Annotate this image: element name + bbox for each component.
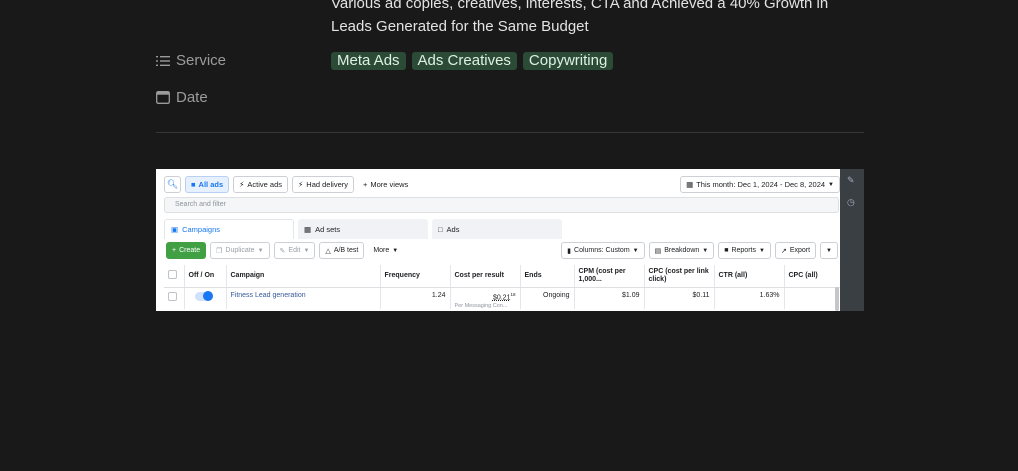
table-scrollbar[interactable] [835, 287, 839, 311]
search-icon[interactable]: 🔍︎ [164, 176, 181, 193]
export-button[interactable]: ↗ Export [774, 242, 817, 259]
column-header[interactable]: CPC (all) [784, 265, 841, 288]
more-views-button[interactable]: + More views [357, 176, 414, 193]
tag-ads-creatives[interactable]: Ads Creatives [411, 52, 517, 70]
caret-down-icon: ▼ [257, 247, 264, 254]
project-description: Various ad copies, creatives, interests,… [331, 0, 829, 35]
date-label: Date [176, 89, 208, 106]
date-property: Date [156, 89, 208, 106]
report-icon: ■ [724, 247, 729, 254]
search-filter-input[interactable]: Search and filter [164, 197, 839, 213]
column-header[interactable]: Off / On [184, 265, 227, 288]
all-ads-chip[interactable]: ■ All ads [185, 176, 230, 193]
column-header[interactable]: Ends [520, 265, 575, 288]
calendar-icon: ▦ [686, 180, 694, 189]
tag-meta-ads[interactable]: Meta Ads [331, 52, 406, 70]
bolt-icon: ⚡︎ [298, 180, 304, 189]
column-header[interactable]: Frequency [380, 265, 451, 288]
level-tabs: ▣ Campaigns ▦ Ad sets □ Ads [164, 219, 562, 239]
select-all-checkbox[interactable] [168, 269, 177, 279]
campaigns-table: Off / On Campaign Frequency Cost per res… [164, 265, 841, 309]
column-header[interactable]: CPM (cost per 1,000... [574, 265, 645, 288]
flask-icon: △ [325, 247, 331, 255]
folder-icon: ■ [191, 180, 196, 189]
campaign-cell: Fitness Lead generation [226, 287, 381, 309]
pencil-icon[interactable]: ✎ [847, 175, 855, 186]
tag-copywriting[interactable]: Copywriting [522, 52, 614, 70]
ad-icon: □ [438, 224, 443, 234]
ads-manager-screenshot: 🔍︎ ■ All ads ⚡︎ Active ads ⚡︎ Had delivery … [156, 169, 864, 311]
duplicate-icon: ❐ [216, 247, 223, 255]
bolt-icon: ⚡︎ [239, 180, 245, 189]
column-header[interactable]: Cost per result [450, 265, 521, 288]
toolbar: + Create ❐ Duplicate ▼ ✎ Edit ▼ △ A/B test Mor… [166, 242, 840, 259]
caret-down-icon: ▼ [632, 247, 639, 254]
divider [156, 132, 864, 133]
list-icon [156, 55, 170, 67]
side-rail: ✎ ◷ [840, 169, 864, 311]
campaign-link[interactable]: Fitness Lead generation [231, 292, 306, 299]
ends-cell: Ongoing [520, 287, 575, 309]
table-header-row: Off / On Campaign Frequency Cost per res… [164, 265, 841, 288]
service-tags: Meta Ads Ads Creatives Copywriting [331, 52, 614, 70]
select-all-cell [164, 265, 185, 288]
ctr-cell: 1.63% [714, 287, 785, 309]
cost-value: $0.21 [492, 293, 511, 301]
cpm-cell: $1.09 [574, 287, 645, 309]
row-select-cell [164, 287, 185, 309]
column-header[interactable]: CPC (cost per link click) [644, 265, 715, 288]
caret-down-icon: ▼ [758, 247, 765, 254]
plus-icon: + [362, 180, 368, 189]
reports-button[interactable]: ■ Reports ▼ [718, 242, 771, 259]
edit-button[interactable]: ✎ Edit ▼ [273, 242, 316, 259]
cost-per-result-cell: $0.2118 Per Messaging Con... [450, 287, 521, 309]
view-chips: 🔍︎ ■ All ads ⚡︎ Active ads ⚡︎ Had delivery … [164, 176, 840, 193]
caret-down-icon: ▼ [392, 247, 399, 254]
export-icon: ↗ [780, 247, 787, 255]
frequency-cell: 1.24 [380, 287, 451, 309]
caret-down-icon: ▼ [828, 181, 834, 188]
campaign-icon: ▣ [171, 225, 179, 234]
cpc-all-cell [784, 287, 841, 309]
had-delivery-chip[interactable]: ⚡︎ Had delivery [292, 176, 354, 193]
active-ads-chip[interactable]: ⚡︎ Active ads [233, 176, 289, 193]
clock-icon[interactable]: ◷ [847, 197, 855, 208]
export-menu-button[interactable]: ▼ [820, 242, 838, 259]
pencil-icon: ✎ [279, 247, 286, 255]
column-header[interactable]: CTR (all) [714, 265, 785, 288]
toggle-cell [184, 287, 227, 309]
tab-campaigns[interactable]: ▣ Campaigns [164, 219, 294, 239]
column-header[interactable]: Campaign [226, 265, 381, 288]
date-range-picker[interactable]: ▦ This month: Dec 1, 2024 - Dec 8, 2024 ▼ [680, 176, 840, 193]
table-row: Fitness Lead generation 1.24 $0.2118 Per … [164, 287, 841, 309]
more-button[interactable]: More ▼ [368, 242, 404, 259]
breakdown-button[interactable]: ▤ Breakdown ▼ [648, 242, 715, 259]
caret-down-icon: ▼ [826, 247, 832, 254]
tab-ads[interactable]: □ Ads [432, 219, 562, 239]
columns-button[interactable]: ▮ Columns: Custom ▼ [561, 242, 645, 259]
cpc-link-cell: $0.11 [644, 287, 715, 309]
caret-down-icon: ▼ [702, 247, 709, 254]
campaign-toggle[interactable] [194, 290, 213, 301]
service-label: Service [176, 52, 227, 69]
breakdown-icon: ▤ [654, 247, 662, 255]
plus-icon: + [172, 247, 177, 254]
columns-icon: ▮ [567, 247, 572, 255]
caret-down-icon: ▼ [303, 247, 310, 254]
create-button[interactable]: + Create [166, 242, 207, 259]
cost-caption: Per Messaging Con... [454, 302, 508, 309]
duplicate-button[interactable]: ❐ Duplicate ▼ [210, 242, 270, 259]
row-checkbox[interactable] [168, 291, 177, 301]
grid-icon: ▦ [304, 224, 312, 234]
ab-test-button[interactable]: △ A/B test [319, 242, 365, 259]
cost-superscript: 18 [510, 291, 516, 297]
tab-ad-sets[interactable]: ▦ Ad sets [298, 219, 428, 239]
calendar-icon [156, 91, 170, 104]
service-property: Service [156, 52, 226, 69]
